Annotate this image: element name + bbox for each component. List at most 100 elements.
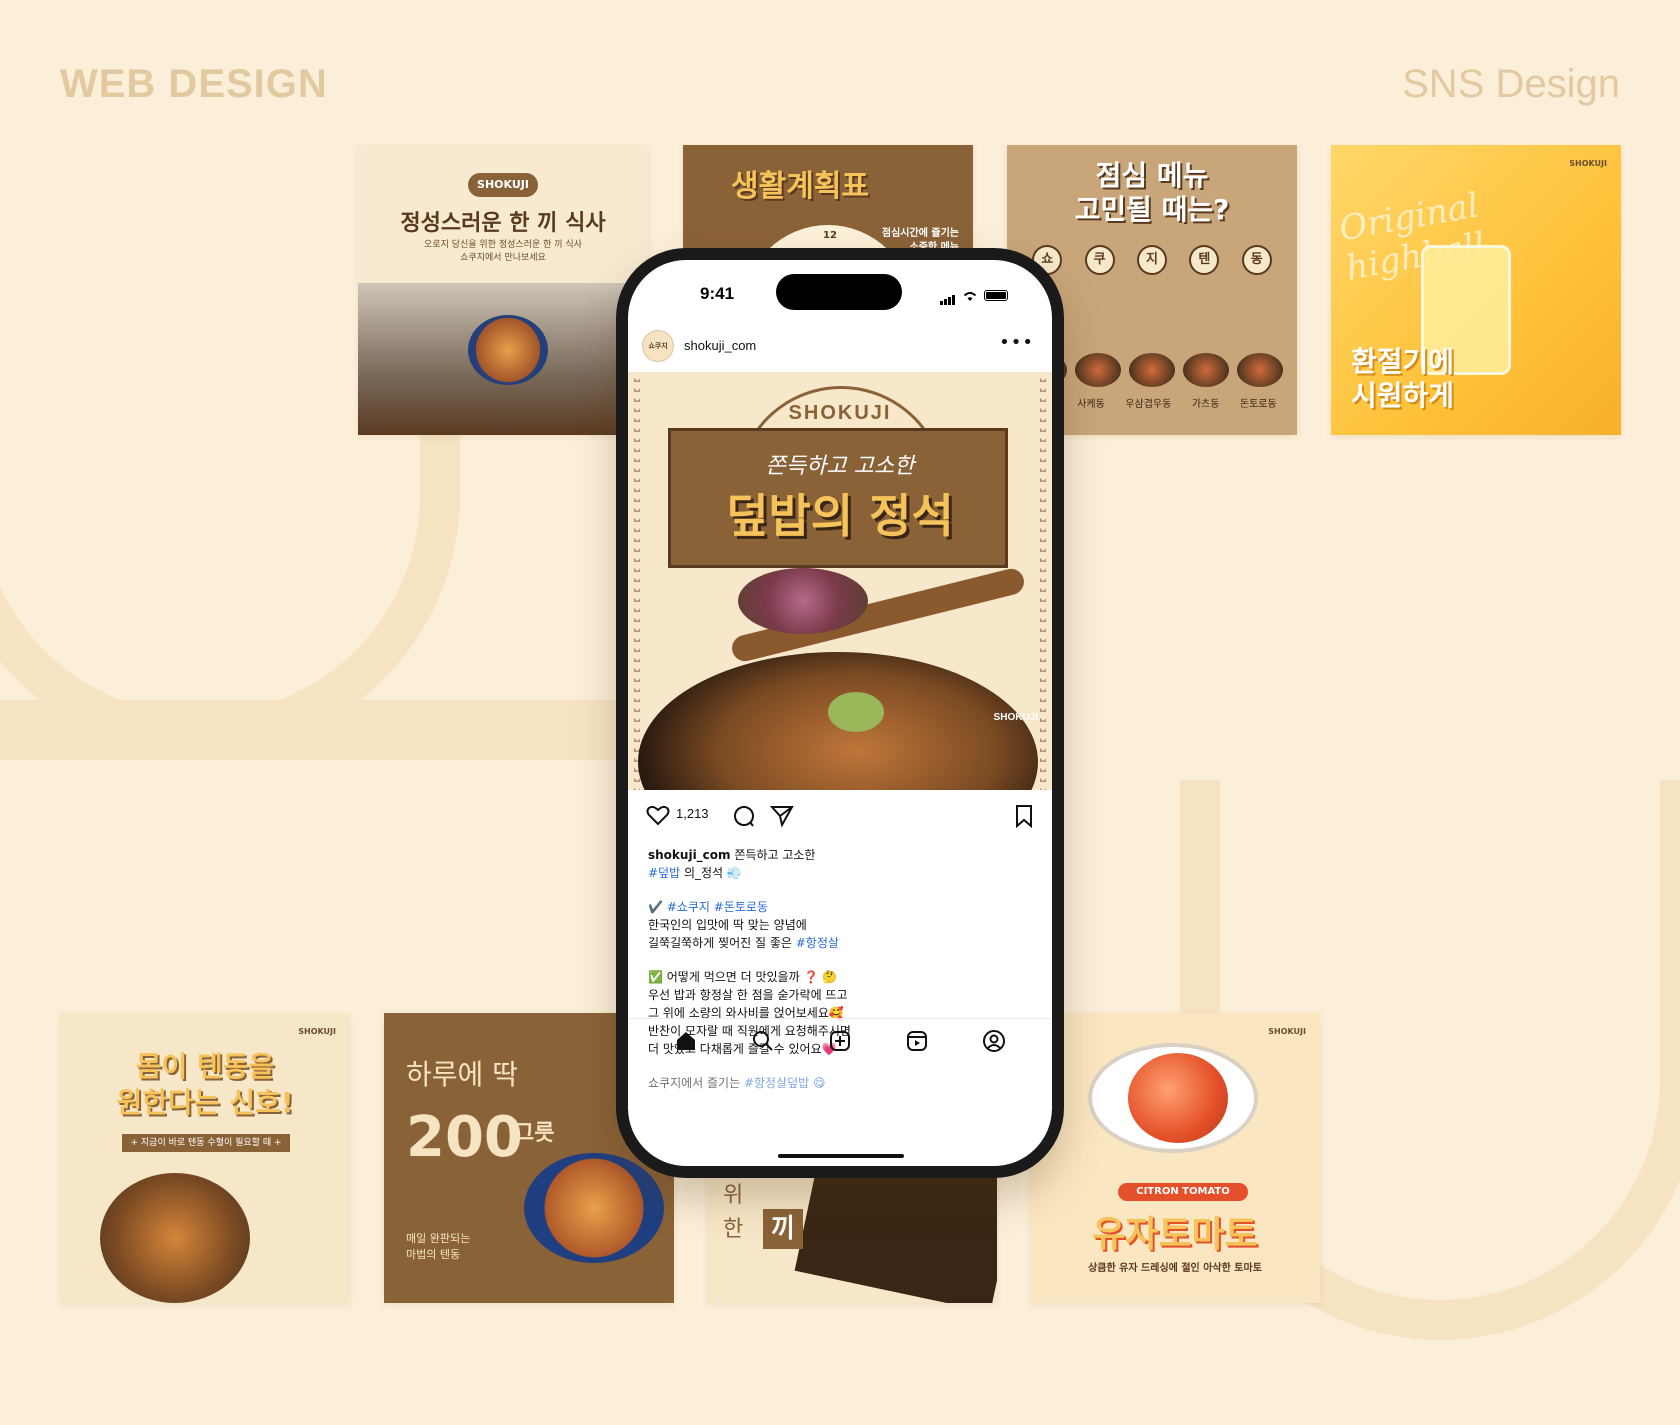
post-image[interactable]: SHOKUJI 쫀득하고 고소한 덮밥의 정석 SHOKUJI	[628, 372, 1052, 790]
caption-text: 쇼쿠지에서 즐기는	[648, 1076, 744, 1090]
caption-line: #덮밥 의_정석 💨	[648, 864, 1036, 882]
caption-line: 한국인의 입맛에 딱 맞는 양념에	[648, 918, 807, 932]
shokuji-logo: SHOKUJI	[993, 712, 1038, 723]
signal-icon	[940, 286, 956, 305]
sns-tile-shokuji-meal: SHOKUJI 정성스러운 한 끼 식사 오로지 당신을 위한 정성스러운 한 …	[358, 145, 648, 435]
home-icon[interactable]	[674, 1029, 698, 1053]
caption-gap	[648, 882, 1036, 898]
shokuji-logo: SHOKUJI	[1569, 159, 1607, 168]
tile-title: 생활계획표	[731, 169, 869, 204]
avatar[interactable]: 쇼쿠지	[642, 330, 674, 362]
battery-icon	[984, 290, 1008, 301]
caption-username[interactable]: shokuji_com	[648, 848, 731, 862]
like-count: 1,213	[676, 806, 709, 821]
clock-number: 12	[823, 230, 837, 241]
bookmark-icon[interactable]	[1014, 804, 1034, 828]
tile-subtitle-line: 쇼쿠지에서 만나보세요	[460, 253, 546, 263]
background-band	[0, 700, 700, 760]
ladder-letter: 텐	[1189, 245, 1220, 275]
more-options-icon[interactable]: •••	[999, 332, 1034, 353]
tile-title-line: 고민될 때는?	[1074, 193, 1230, 226]
status-time: 9:41	[700, 284, 735, 303]
reels-icon[interactable]	[905, 1029, 929, 1053]
status-icons	[940, 286, 1008, 305]
tile-side-line: 위	[723, 1183, 744, 1208]
shokuji-logo: SHOKUJI	[1268, 1027, 1306, 1036]
create-post-icon[interactable]	[828, 1029, 852, 1053]
tile-subtitle-line: 오로지 당신을 위한 정성스러운 한 끼 식사	[424, 240, 582, 250]
tile-title: 정성스러운 한 끼 식사	[400, 211, 606, 236]
post-script-text: 쫀득하고 고소한	[765, 454, 915, 479]
caption-text: 길쭉길쭉하게 찢어진 질 좋은	[648, 936, 796, 950]
tile-title: 환절기에 시원하게	[1351, 345, 1454, 413]
tile-title-line: 원한다는 신호!	[116, 1086, 294, 1119]
tile-side-line: 한	[723, 1217, 744, 1242]
post-username[interactable]: shokuji_com	[684, 338, 756, 353]
tendon-bowl-image	[524, 1153, 664, 1263]
tile-footnote-line: 마법의 텐동	[406, 1248, 461, 1261]
hashtag-link[interactable]: #쇼쿠지	[667, 900, 710, 914]
tile-side-text: 위 한	[723, 1179, 743, 1247]
dynamic-island	[776, 274, 902, 310]
tile-note-line: 점심시간에 즐기는	[881, 228, 959, 239]
heart-icon[interactable]	[646, 804, 670, 826]
hashtag-link[interactable]: #돈토로동	[710, 900, 768, 914]
tile-strip: + 지금이 바로 텐동 수혈이 필요할 때 +	[122, 1134, 290, 1152]
post-header: 쇼쿠지 shokuji_com •••	[628, 326, 1052, 366]
hashtag-link[interactable]: #덮밥	[648, 866, 680, 880]
dish-image	[1075, 353, 1121, 387]
ladder-letter: 동	[1241, 245, 1272, 275]
tendon-bowl-image	[468, 315, 548, 385]
caption-line: ✔️ #쇼쿠지 #돈토로동	[648, 898, 1036, 916]
shokuji-logo: SHOKUJI	[298, 1027, 336, 1036]
sns-tile-citron-tomato: CITRON TOMATO 유자토마토 상큼한 유자 드레싱에 절인 아삭한 토…	[1030, 1013, 1320, 1303]
tile-title-line: 몸이 텐동을	[135, 1050, 275, 1083]
share-icon[interactable]	[770, 804, 794, 828]
spoon-bite-image	[738, 568, 868, 634]
tile-title-line: 시원하게	[1351, 379, 1455, 412]
sns-tile-highball: Original highball 환절기에 시원하게 SHOKUJI	[1331, 145, 1621, 435]
dish-name: 가츠동	[1191, 399, 1220, 410]
post-title: 덮밥의 정석	[726, 489, 954, 543]
search-icon[interactable]	[751, 1029, 775, 1053]
hashtag-link[interactable]: #항정살	[796, 936, 839, 950]
dish-image	[1237, 353, 1283, 387]
check-icon: ✔️	[648, 900, 667, 914]
ladder-letter: 쿠	[1084, 245, 1115, 275]
tile-title: 유자토마토	[1092, 1214, 1258, 1255]
tile-title-line: 환절기에	[1351, 345, 1455, 378]
caption-text: 의_정석 💨	[680, 866, 742, 880]
tile-footnote: 매일 완판되는 마법의 텐동	[406, 1231, 470, 1263]
ladder-letter: 지	[1136, 245, 1167, 275]
brand-badge: SHOKUJI	[468, 173, 538, 197]
profile-icon[interactable]	[982, 1029, 1006, 1053]
bottom-nav	[628, 1018, 1052, 1062]
dish-image	[1129, 353, 1175, 387]
post-brand: SHOKUJI	[788, 402, 892, 424]
caption-line: 길쭉길쭉하게 찢어진 질 좋은 #항정살	[648, 934, 1036, 952]
dish-name: 우삼겹우동	[1125, 399, 1172, 410]
caption-gap	[648, 952, 1036, 968]
tile-title-line: 점심 메뉴	[1095, 159, 1209, 192]
tile-kicker: 하루에 딱	[406, 1058, 518, 1091]
status-bar: 9:41	[628, 260, 1052, 320]
caption-line: ✅ 어떻게 먹으면 더 맛있을까 ❓ 🤔	[648, 970, 838, 984]
home-indicator	[778, 1154, 904, 1158]
caption-text: 쫀득하고 고소한	[730, 848, 816, 862]
tile-subtitle: 상큼한 유자 드레싱에 절인 아삭한 토마토	[1088, 1263, 1262, 1274]
phone-screen: 9:41 쇼쿠지 shokuji_com ••• SHOKUJI 쫀득하고 고소…	[628, 260, 1052, 1166]
hashtag-link[interactable]: #항정살덮밥 😋	[744, 1076, 826, 1090]
comment-icon[interactable]	[732, 804, 756, 828]
dish-name: 사케동	[1077, 399, 1105, 410]
caption-line: 우선 밥과 항정살 한 점을 숟가락에 뜨고	[648, 988, 848, 1002]
tile-stamp: 끼	[763, 1209, 803, 1249]
tile-unit: 그릇	[514, 1121, 555, 1146]
dish-names: 사케동 우삼겹우동 가츠동 돈토로동	[1067, 395, 1287, 410]
tomato-image	[1128, 1053, 1228, 1143]
phone-mockup: 9:41 쇼쿠지 shokuji_com ••• SHOKUJI 쫀득하고 고소…	[616, 248, 1064, 1178]
dish-image	[1183, 353, 1229, 387]
tile-big-number: 200	[406, 1105, 523, 1170]
sns-tile-tendon-signal: 몸이 텐동을 원한다는 신호! + 지금이 바로 텐동 수혈이 필요할 때 + …	[60, 1013, 350, 1303]
decorative-border	[634, 372, 640, 790]
wasabi-image	[828, 692, 884, 732]
